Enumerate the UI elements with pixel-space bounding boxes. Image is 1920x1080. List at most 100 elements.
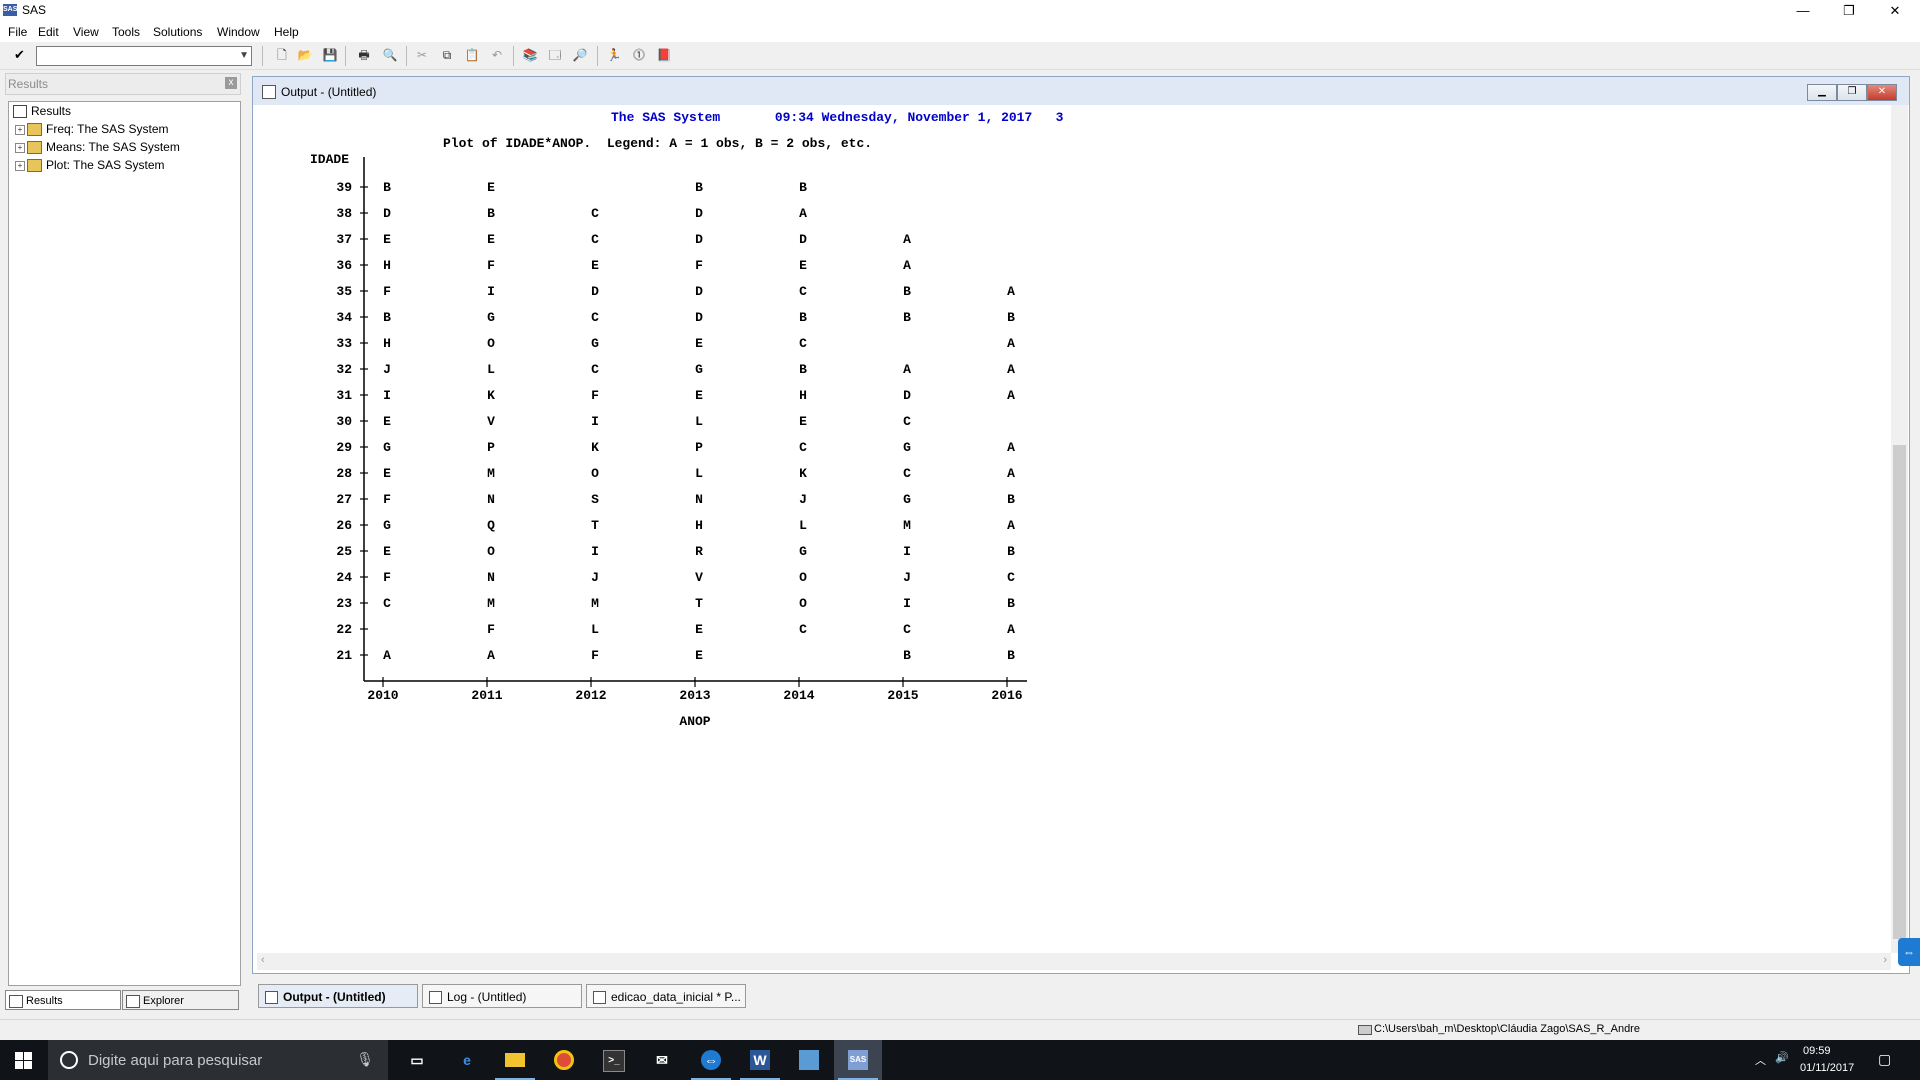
minimize-button[interactable]: ▁ — [1807, 84, 1837, 101]
new-icon[interactable]: 🗋 — [274, 47, 290, 63]
tree-item-means[interactable]: + Means: The SAS System — [15, 140, 180, 156]
help-icon[interactable]: 📕 — [656, 47, 672, 63]
plot-point: E — [383, 466, 391, 481]
results-icon — [9, 995, 23, 1008]
tab-output[interactable]: Output - (Untitled) — [258, 984, 418, 1008]
plot-point: C — [591, 206, 599, 221]
maximize-button[interactable]: ❐ — [1826, 0, 1872, 22]
plot-point: C — [1007, 570, 1015, 585]
plot-point: G — [903, 440, 911, 455]
save-icon[interactable]: 💾 — [322, 47, 338, 63]
open-icon[interactable]: 📂 — [297, 47, 313, 63]
sas-taskbar-button[interactable]: SAS — [834, 1040, 882, 1080]
vertical-scrollbar[interactable] — [1891, 105, 1908, 953]
tab-log[interactable]: Log - (Untitled) — [422, 984, 582, 1008]
menu-file[interactable]: File — [8, 25, 27, 39]
x-tick-label: 2010 — [367, 688, 398, 703]
y-tick-label: 23 — [336, 596, 352, 611]
menu-help[interactable]: Help — [274, 25, 299, 39]
menu-solutions[interactable]: Solutions — [153, 25, 202, 39]
word-button[interactable]: W — [736, 1040, 784, 1080]
chevron-down-icon[interactable]: ▼ — [239, 47, 249, 65]
mail-button[interactable]: ✉ — [638, 1040, 686, 1080]
command-box[interactable]: ▼ — [36, 46, 252, 66]
results-pane-header: Results x — [5, 73, 241, 95]
menu-edit[interactable]: Edit — [38, 25, 59, 39]
expand-icon[interactable]: + — [15, 142, 25, 153]
check-icon[interactable]: ✔ — [14, 47, 25, 63]
plot-point: O — [591, 466, 599, 481]
edge-button[interactable]: e — [443, 1040, 491, 1080]
plot-point: A — [1007, 518, 1015, 533]
tab-editor[interactable]: edicao_data_inicial * P... — [586, 984, 746, 1008]
paste-icon[interactable]: 📋 — [464, 47, 480, 63]
expand-icon[interactable]: + — [15, 160, 25, 171]
close-button[interactable]: ✕ — [1872, 0, 1918, 22]
plot-point: L — [695, 466, 703, 481]
scrollbar-thumb[interactable] — [1893, 445, 1906, 939]
print-icon[interactable]: 🖶 — [356, 47, 372, 63]
explorer-icon — [126, 995, 140, 1008]
show-hidden-icons[interactable]: ︿ — [1755, 1052, 1766, 1068]
y-tick-label: 26 — [336, 518, 352, 533]
teamviewer-side-icon[interactable]: ⇔ — [1898, 938, 1920, 966]
tab-explorer[interactable]: Explorer — [122, 990, 239, 1010]
toolbar-separator — [597, 46, 598, 66]
terminal-button[interactable]: >_ — [589, 1040, 637, 1080]
menu-tools[interactable]: Tools — [112, 25, 140, 39]
teamviewer-button[interactable]: ⇔ — [687, 1040, 735, 1080]
file-explorer-button[interactable] — [491, 1040, 539, 1080]
menu-view[interactable]: View — [73, 25, 99, 39]
close-pane-icon[interactable]: x — [225, 77, 237, 89]
start-button[interactable] — [0, 1040, 48, 1080]
monitor-button[interactable] — [785, 1040, 833, 1080]
taskbar-search[interactable]: Digite aqui para pesquisar 🎙 — [48, 1040, 388, 1080]
y-tick-label: 25 — [336, 544, 352, 559]
tree-item-freq[interactable]: + Freq: The SAS System — [15, 122, 169, 138]
folder-icon — [27, 159, 42, 173]
copy-icon[interactable]: ⧉ — [439, 47, 455, 63]
plot-point: L — [695, 414, 703, 429]
notifications-icon[interactable]: ▢ — [1878, 1051, 1891, 1068]
current-directory[interactable]: C:\Users\bah_m\Desktop\Cláudia Zago\SAS_… — [1374, 1023, 1640, 1035]
plot-point: M — [903, 518, 911, 533]
expand-icon[interactable]: + — [15, 124, 25, 135]
volume-icon[interactable]: 🔊 — [1775, 1051, 1789, 1064]
microphone-icon[interactable]: 🎙 — [356, 1051, 374, 1068]
undo-icon[interactable]: ↶ — [489, 47, 505, 63]
explorer-icon[interactable]: 🗔 — [547, 47, 563, 63]
minimize-button[interactable]: — — [1780, 0, 1826, 22]
tree-root[interactable]: Results — [13, 104, 71, 120]
plot-point: C — [799, 622, 807, 637]
clock-time[interactable]: 09:59 — [1803, 1045, 1831, 1057]
plot-point: D — [799, 232, 807, 247]
tree-item-label: Plot: The SAS System — [46, 158, 165, 172]
find-icon[interactable]: 🔎 — [572, 47, 588, 63]
y-tick-label: 32 — [336, 362, 352, 377]
plot-point: D — [695, 232, 703, 247]
folder-icon — [27, 141, 42, 155]
y-tick-label: 29 — [336, 440, 352, 455]
close-button[interactable]: ✕ — [1867, 84, 1897, 101]
plot-point: O — [487, 336, 495, 351]
plot-point: A — [903, 258, 911, 273]
tab-results[interactable]: Results — [5, 990, 121, 1010]
libraries-icon[interactable]: 📚 — [522, 47, 538, 63]
plot-point: G — [695, 362, 703, 377]
plot-point: H — [695, 518, 703, 533]
task-view-button[interactable]: ▭ — [393, 1040, 441, 1080]
plot-point: Q — [487, 518, 495, 533]
scroll-right-icon[interactable]: › — [1883, 954, 1887, 966]
cut-icon[interactable]: ✂ — [414, 47, 430, 63]
tree-item-plot[interactable]: + Plot: The SAS System — [15, 158, 165, 174]
chrome-button[interactable] — [540, 1040, 588, 1080]
clock-date[interactable]: 01/11/2017 — [1800, 1062, 1854, 1074]
menu-window[interactable]: Window — [217, 25, 260, 39]
scroll-left-icon[interactable]: ‹ — [261, 954, 265, 966]
horizontal-scrollbar[interactable]: ‹ › — [257, 953, 1891, 970]
submit-icon[interactable]: 🏃 — [606, 47, 622, 63]
print-preview-icon[interactable]: 🔍 — [382, 47, 398, 63]
restore-button[interactable]: ❐ — [1837, 84, 1867, 101]
plot-point: D — [903, 388, 911, 403]
break-icon[interactable]: ⓵ — [631, 47, 647, 63]
